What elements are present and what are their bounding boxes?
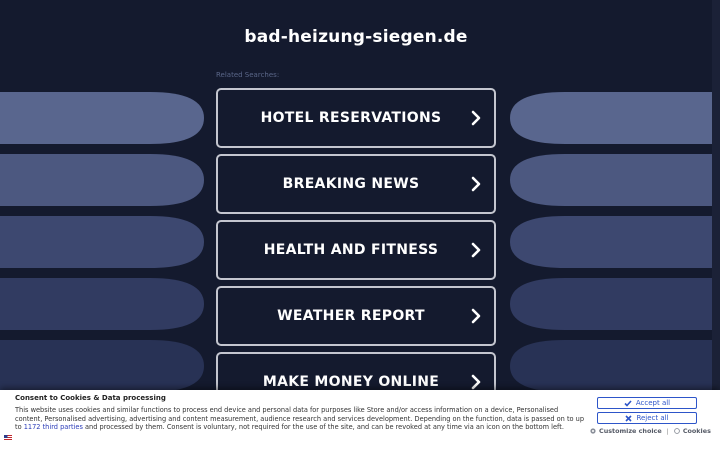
- customize-choice-link[interactable]: Customize choice: [590, 427, 662, 435]
- left-stripes: [0, 92, 204, 392]
- us-flag-icon[interactable]: [4, 435, 12, 441]
- options-separator: |: [666, 427, 669, 435]
- consent-description: This website uses cookies and similar fu…: [15, 406, 587, 432]
- third-parties-link[interactable]: 1172 third parties: [24, 423, 83, 431]
- close-icon: [625, 414, 633, 422]
- cookies-label: Cookies: [682, 427, 711, 435]
- link-breaking-news[interactable]: BREAKING NEWS: [216, 154, 496, 214]
- chevron-right-icon: [471, 374, 481, 390]
- chevron-right-icon: [471, 110, 481, 126]
- check-icon: [624, 399, 632, 407]
- scrollbar-track: [712, 0, 720, 390]
- accept-all-label: Accept all: [635, 399, 671, 407]
- accept-all-button[interactable]: Accept all: [597, 397, 697, 409]
- link-label: MAKE MONEY ONLINE: [262, 374, 440, 390]
- link-label: HEALTH AND FITNESS: [263, 242, 439, 258]
- chevron-right-icon: [471, 308, 481, 324]
- related-links-list: HOTEL RESERVATIONS BREAKING NEWS HEALTH …: [216, 88, 496, 418]
- link-label: WEATHER REPORT: [277, 308, 425, 324]
- reject-all-button[interactable]: Reject all: [597, 412, 697, 424]
- chevron-right-icon: [471, 242, 481, 258]
- consent-title: Consent to Cookies & Data processing: [15, 394, 166, 402]
- right-stripes: [510, 92, 720, 392]
- link-hotel-reservations[interactable]: HOTEL RESERVATIONS: [216, 88, 496, 148]
- customize-choice-label: Customize choice: [599, 427, 662, 435]
- consent-options: Customize choice | Cookies: [590, 427, 715, 435]
- link-weather-report[interactable]: WEATHER REPORT: [216, 286, 496, 346]
- related-searches-label: Related Searches:: [216, 71, 280, 79]
- link-label: HOTEL RESERVATIONS: [260, 110, 442, 126]
- cookie-icon: [673, 428, 680, 434]
- site-title: bad-heizung-siegen.de: [244, 27, 468, 47]
- chevron-right-icon: [471, 176, 481, 192]
- cookie-consent-banner: Consent to Cookies & Data processing Thi…: [0, 390, 720, 450]
- cookies-link[interactable]: Cookies: [673, 427, 711, 435]
- link-health-and-fitness[interactable]: HEALTH AND FITNESS: [216, 220, 496, 280]
- link-label: BREAKING NEWS: [282, 176, 420, 192]
- consent-text-part-2: and processed by them. Consent is volunt…: [82, 423, 564, 432]
- gear-icon: [590, 428, 596, 434]
- reject-all-label: Reject all: [636, 414, 669, 422]
